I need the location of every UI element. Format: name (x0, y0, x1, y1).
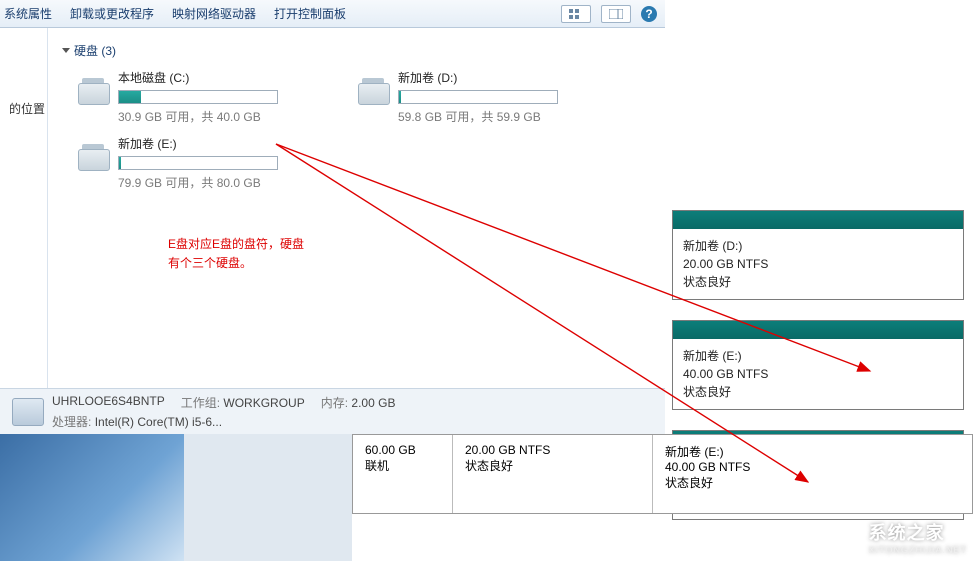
watermark-sub: XITONGZHIJIA.NET (869, 545, 967, 555)
preview-pane-button[interactable] (601, 5, 631, 23)
annotation-line1: E盘对应E盘的盘符，硬盘 (168, 235, 304, 254)
computer-name: UHRLOOE6S4BNTP (52, 394, 165, 411)
drives-panel: 硬盘 (3) 本地磁盘 (C:) 30.9 GB 可用，共 40.0 GB 新加… (48, 28, 665, 388)
drive-name: 新加卷 (D:) (398, 69, 608, 86)
collapse-icon (62, 48, 70, 53)
view-options-button[interactable] (561, 5, 591, 23)
partition-header (673, 211, 963, 229)
disk-status: 联机 (365, 457, 440, 474)
partition-status: 状态良好 (683, 383, 953, 401)
desktop-fragment (0, 434, 184, 561)
workgroup-label: 工作组: (181, 396, 220, 410)
partition-status: 状态良好 (683, 273, 953, 291)
drive-free-text: 79.9 GB 可用，共 80.0 GB (118, 174, 328, 191)
drive-info: 本地磁盘 (C:) 30.9 GB 可用，共 40.0 GB (118, 69, 328, 125)
partition-size: 20.00 GB NTFS (683, 255, 953, 273)
partition-cell[interactable]: 新加卷 (E:) 40.00 GB NTFS 状态良好 (653, 435, 972, 513)
toolbar-uninstall[interactable]: 卸载或更改程序 (70, 5, 154, 22)
drive-e[interactable]: 新加卷 (E:) 79.9 GB 可用，共 80.0 GB (78, 135, 328, 191)
toolbar-sys-props[interactable]: 系统属性 (4, 5, 52, 22)
partition-status: 状态良好 (665, 474, 960, 491)
cpu-label: 处理器: (52, 415, 91, 429)
drive-d[interactable]: 新加卷 (D:) 59.8 GB 可用，共 59.9 GB (358, 69, 608, 125)
house-icon (829, 522, 863, 552)
drive-icon (78, 83, 110, 105)
toolbar-map-drive[interactable]: 映射网络驱动器 (172, 5, 256, 22)
partition-e1[interactable]: 新加卷 (E:) 40.00 GB NTFS 状态良好 (672, 320, 964, 410)
drive-capacity-bar (118, 90, 278, 104)
help-icon[interactable]: ? (641, 6, 657, 22)
watermark-title: 系统之家 (869, 523, 945, 543)
partition-header (673, 321, 963, 339)
partition-size: 20.00 GB NTFS (465, 443, 640, 457)
partition-status: 状态良好 (465, 457, 640, 474)
annotation-text: E盘对应E盘的盘符，硬盘 有个三个硬盘。 (168, 235, 304, 273)
workgroup-value: WORKGROUP (223, 396, 304, 410)
partition-size: 40.00 GB NTFS (665, 460, 960, 474)
disk-header-cell: 60.00 GB 联机 (353, 435, 453, 513)
toolbar-right: ? (561, 5, 665, 23)
watermark: 系统之家 XITONGZHIJIA.NET (829, 519, 967, 555)
drive-info: 新加卷 (D:) 59.8 GB 可用，共 59.9 GB (398, 69, 608, 125)
explorer-toolbar: 系统属性 卸载或更改程序 映射网络驱动器 打开控制面板 ? (0, 0, 665, 28)
status-bar: UHRLOOE6S4BNTP 工作组: WORKGROUP 内存: 2.00 G… (0, 388, 665, 434)
sidebar-location-label: 的位置 (0, 100, 45, 117)
annotation-line2: 有个三个硬盘。 (168, 254, 304, 273)
cpu-value: Intel(R) Core(TM) i5-6... (95, 415, 222, 429)
drive-capacity-bar (398, 90, 558, 104)
partition-cell[interactable]: 20.00 GB NTFS 状态良好 (453, 435, 653, 513)
drives-section-title: 硬盘 (3) (74, 42, 116, 59)
partition-name: 新加卷 (E:) (665, 443, 960, 460)
drive-name: 新加卷 (E:) (118, 135, 328, 152)
drive-c[interactable]: 本地磁盘 (C:) 30.9 GB 可用，共 40.0 GB (78, 69, 328, 125)
partition-d[interactable]: 新加卷 (D:) 20.00 GB NTFS 状态良好 (672, 210, 964, 300)
toolbar-open-cp[interactable]: 打开控制面板 (274, 5, 346, 22)
drive-icon (78, 149, 110, 171)
partition-name: 新加卷 (E:) (683, 347, 953, 365)
sidebar-fragment: 的位置 (0, 28, 48, 430)
drive-name: 本地磁盘 (C:) (118, 69, 328, 86)
disk-size: 60.00 GB (365, 443, 440, 457)
drive-icon (358, 83, 390, 105)
drives-section-header[interactable]: 硬盘 (3) (62, 42, 651, 59)
drive-free-text: 30.9 GB 可用，共 40.0 GB (118, 108, 328, 125)
grid-icon (569, 9, 583, 19)
memory-value: 2.00 GB (351, 396, 395, 410)
computer-icon (12, 398, 44, 426)
drive-free-text: 59.8 GB 可用，共 59.9 GB (398, 108, 608, 125)
drive-capacity-bar (118, 156, 278, 170)
pane-icon (609, 9, 623, 19)
partition-name: 新加卷 (D:) (683, 237, 953, 255)
memory-label: 内存: (321, 396, 348, 410)
partition-size: 40.00 GB NTFS (683, 365, 953, 383)
drive-info: 新加卷 (E:) 79.9 GB 可用，共 80.0 GB (118, 135, 328, 191)
disk-row-fragment: 60.00 GB 联机 20.00 GB NTFS 状态良好 新加卷 (E:) … (352, 434, 973, 514)
